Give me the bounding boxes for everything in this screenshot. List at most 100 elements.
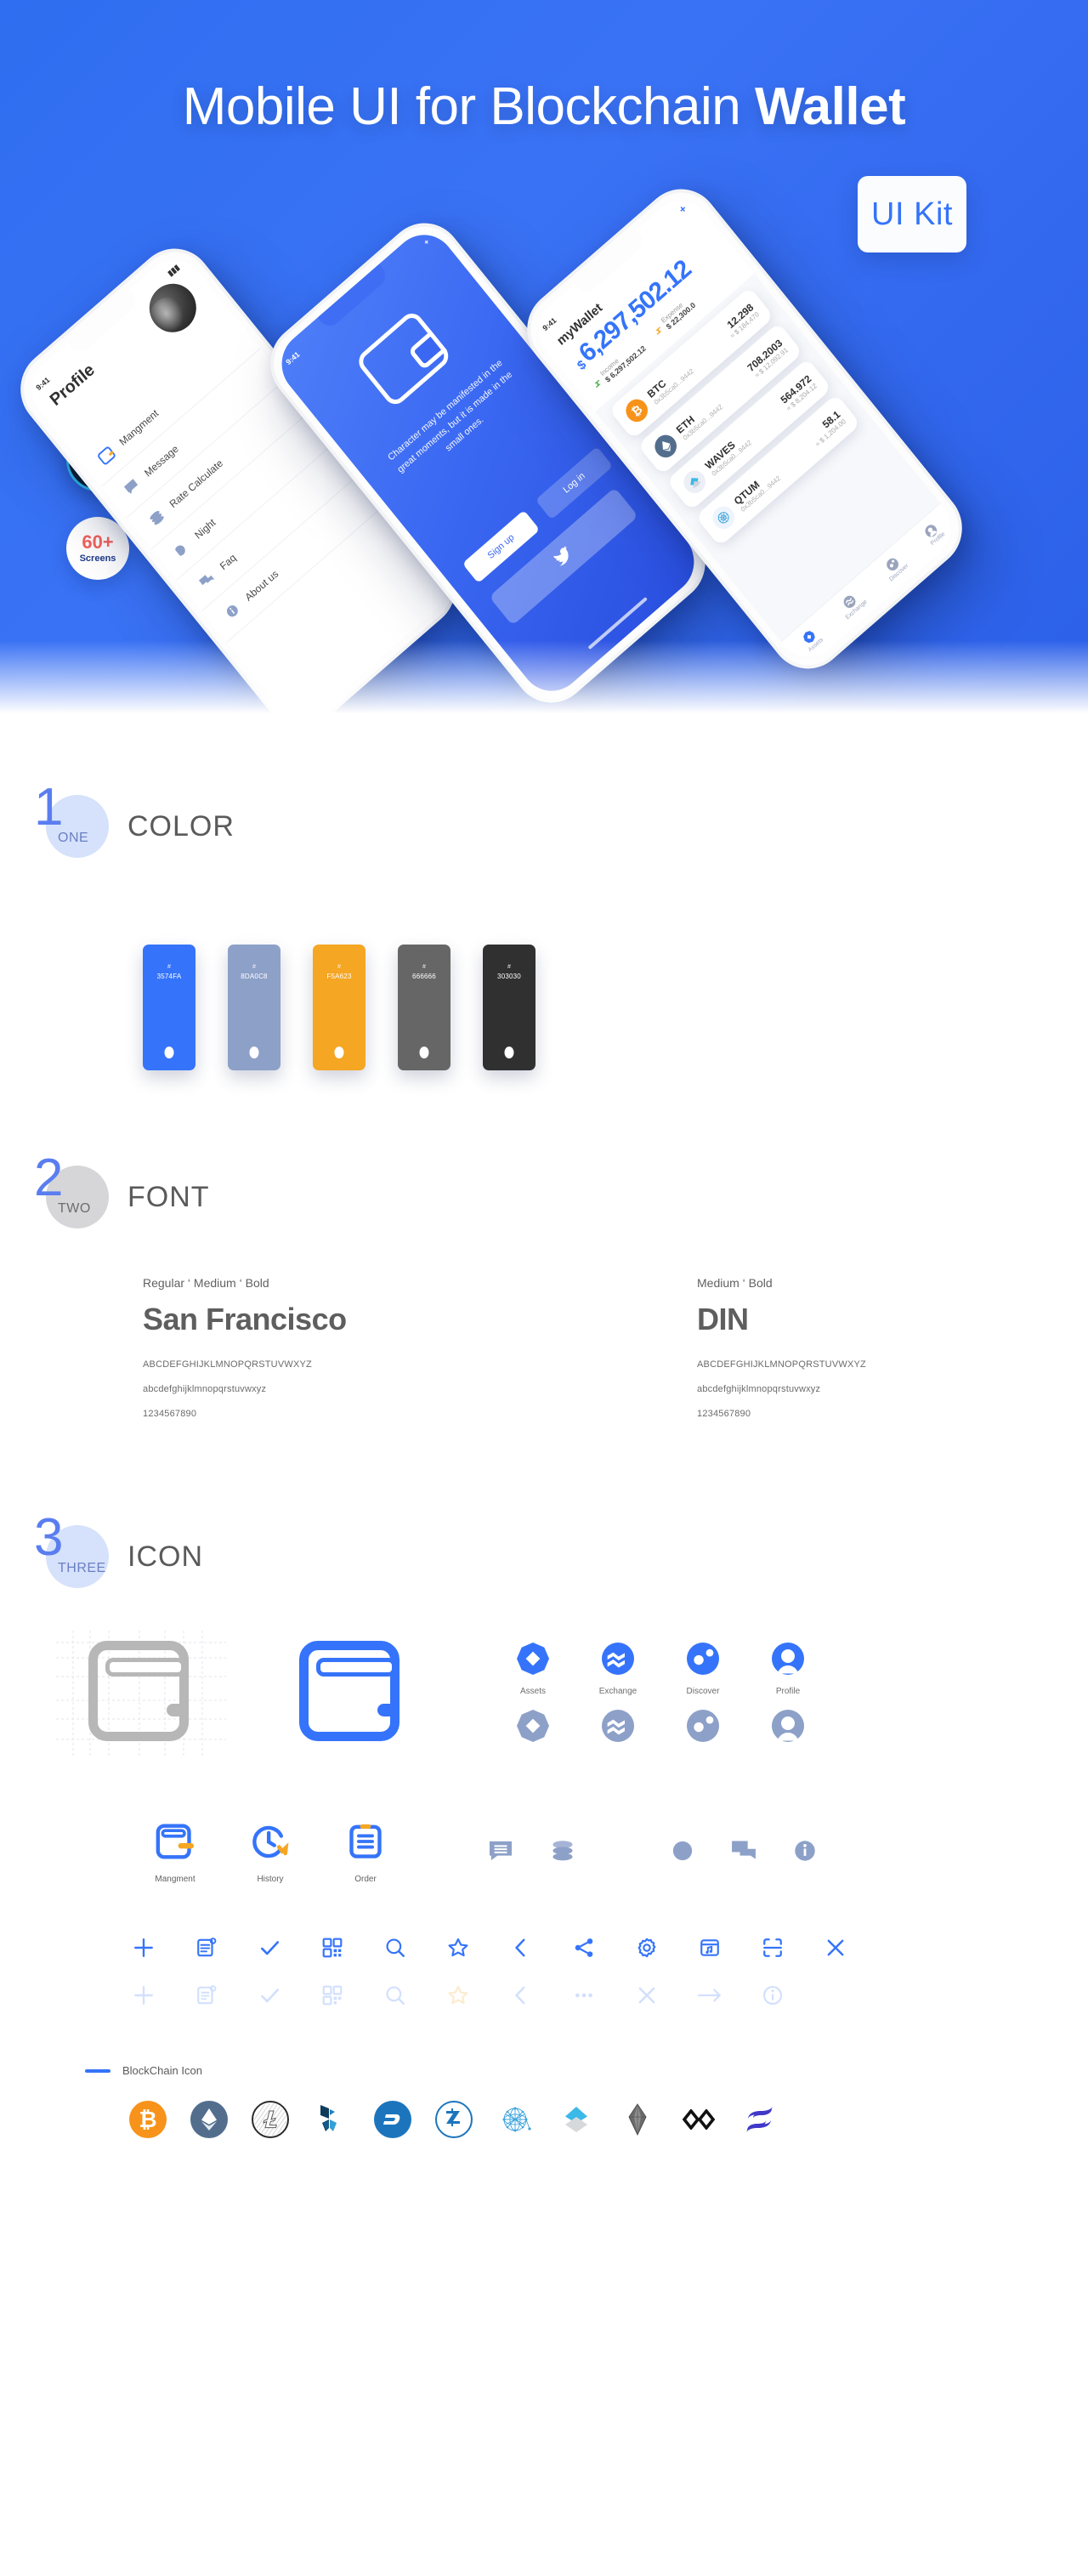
card-icon[interactable] — [695, 1933, 724, 1962]
feature-icon-label: Mangment — [155, 1875, 196, 1884]
info-icon[interactable] — [794, 1840, 816, 1866]
search-icon[interactable] — [381, 1933, 410, 1962]
wallet-management-icon — [156, 1824, 194, 1859]
section-number-badge: 2 TWO — [34, 1152, 109, 1232]
dash-icon[interactable] — [374, 2101, 411, 2138]
tab-discover[interactable]: Discover — [880, 553, 910, 582]
arrow-right-icon — [695, 1981, 724, 2010]
color-swatch-8DA0C8[interactable]: # 8DA0C8 — [228, 945, 280, 1070]
moon-icon[interactable] — [611, 1840, 634, 1866]
font-section-header: 2 TWO FONT — [0, 1152, 1088, 1232]
swatch-dot — [249, 1047, 259, 1058]
circle-icon[interactable] — [672, 1840, 694, 1866]
info-circle-icon — [758, 1981, 787, 2010]
check-icon[interactable] — [255, 1933, 284, 1962]
status-time: 9:41 — [34, 375, 52, 393]
font-specimen-san-francisco: Regular ‘ Medium ‘ Bold San Francisco AB… — [143, 1276, 483, 1433]
tab-icon-label: Assets — [519, 1687, 546, 1696]
ethereum-icon[interactable] — [190, 2101, 228, 2138]
color-swatch-666666[interactable]: # 666666 — [398, 945, 450, 1070]
share-icon[interactable] — [570, 1933, 598, 1962]
divider-dash — [85, 2068, 110, 2073]
status-icons: ▮▮▮ — [166, 262, 181, 278]
font-uppercase: ABCDEFGHIJKLMNOPQRSTUVWXYZ — [143, 1359, 312, 1370]
star-icon[interactable] — [444, 1933, 473, 1962]
status-time: 9:41 — [284, 349, 302, 367]
section-title: ICON — [128, 1540, 203, 1573]
exchange-icon — [602, 1643, 634, 1675]
section-number-word: ONE — [58, 831, 89, 845]
assets-icon — [517, 1643, 549, 1675]
tab-icon-assets[interactable]: Assets — [508, 1643, 558, 1746]
gray-icon-set — [488, 1840, 816, 1866]
profile-icon — [772, 1643, 804, 1675]
eos-icon[interactable] — [619, 2101, 656, 2138]
feature-icon-history[interactable]: History — [223, 1823, 318, 1884]
swatch-dot — [334, 1047, 344, 1058]
tab-exchange[interactable]: Exchange — [836, 588, 869, 621]
scan-icon[interactable] — [758, 1933, 787, 1962]
color-swatch-3574FA[interactable]: # 3574FA — [143, 945, 196, 1070]
blockchain-icon-set: ₿ — [0, 2077, 1088, 2189]
feature-icon-label: Order — [354, 1875, 377, 1884]
litecoin-icon[interactable] — [252, 2101, 289, 2138]
tab-icon-profile[interactable]: Profile — [763, 1643, 813, 1746]
feature-icon-label: History — [257, 1875, 284, 1884]
color-swatch-303030[interactable]: # 303030 — [483, 945, 536, 1070]
swatch-hex: 8DA0C8 — [241, 972, 268, 980]
swatch-hash: # — [422, 964, 426, 970]
star-icon-active[interactable] — [444, 1981, 473, 2010]
section-number-word: THREE — [58, 1561, 106, 1575]
wallet-icon-blue — [299, 1641, 400, 1741]
add-icon[interactable]: + — [676, 201, 688, 216]
tab-icon-label: Discover — [686, 1687, 720, 1696]
gear-icon[interactable] — [632, 1933, 661, 1962]
qrcode-icon[interactable] — [318, 1933, 347, 1962]
font-name: DIN — [697, 1302, 749, 1336]
feature-icon-order[interactable]: Order — [318, 1823, 413, 1884]
chat-icon — [196, 568, 219, 593]
tab-icon-exchange[interactable]: Exchange — [593, 1643, 643, 1746]
moon-icon — [170, 536, 194, 561]
add-icon[interactable]: + — [422, 237, 431, 247]
plus-icon[interactable] — [129, 1933, 158, 1962]
bitcoin-icon[interactable]: ₿ — [129, 2101, 167, 2138]
font-lowercase: abcdefghijklmnopqrstuvwxyz — [697, 1384, 821, 1394]
steem-icon[interactable] — [741, 2101, 779, 2138]
color-section-header: 1 ONE COLOR — [0, 781, 1088, 861]
income-arrow-icon — [594, 379, 601, 388]
swatch-hex: F5A623 — [326, 972, 352, 980]
wallet-icon-grid-construction — [56, 1631, 226, 1758]
icon-showcase-row: Assets Exchange Discover Profile — [0, 1592, 1088, 1758]
close-icon[interactable] — [821, 1933, 850, 1962]
utility-icon-row-disabled — [129, 1981, 1088, 2010]
waves-icon[interactable] — [558, 2101, 595, 2138]
database-icon[interactable] — [551, 1840, 575, 1866]
swatch-dot — [164, 1047, 174, 1058]
zcash-icon[interactable] — [435, 2101, 473, 2138]
swatch-dot — [504, 1047, 514, 1058]
swatch-hash: # — [507, 964, 511, 970]
note-settings-icon[interactable] — [192, 1933, 221, 1962]
section-number: 2 — [34, 1149, 64, 1207]
close-icon-disabled — [632, 1981, 661, 2010]
tab-icon-discover[interactable]: Discover — [678, 1643, 728, 1746]
swatch-hash: # — [337, 964, 341, 970]
color-swatches: # 3574FA # 8DA0C8 # F5A623 # 666666 # 30… — [0, 861, 1088, 1070]
network-icon[interactable] — [496, 2101, 534, 2138]
section-number: 1 — [34, 778, 64, 837]
feature-icon-mangment[interactable]: Mangment — [128, 1823, 223, 1884]
message-icon[interactable] — [488, 1840, 513, 1866]
twitter-icon — [553, 545, 569, 566]
swatch-hash: # — [252, 964, 256, 970]
chat-icon[interactable] — [731, 1840, 756, 1866]
chevron-left-icon[interactable] — [507, 1933, 536, 1962]
tab-profile[interactable]: Profile — [921, 520, 946, 547]
wallet-hero-icon — [354, 309, 453, 409]
infinity-icon[interactable] — [680, 2101, 717, 2138]
section-number-word: TWO — [58, 1201, 91, 1216]
bitshares-icon[interactable] — [313, 2101, 350, 2138]
color-swatch-F5A623[interactable]: # F5A623 — [313, 945, 366, 1070]
utility-icon-rows — [0, 1884, 1088, 2010]
font-name: San Francisco — [143, 1302, 347, 1336]
